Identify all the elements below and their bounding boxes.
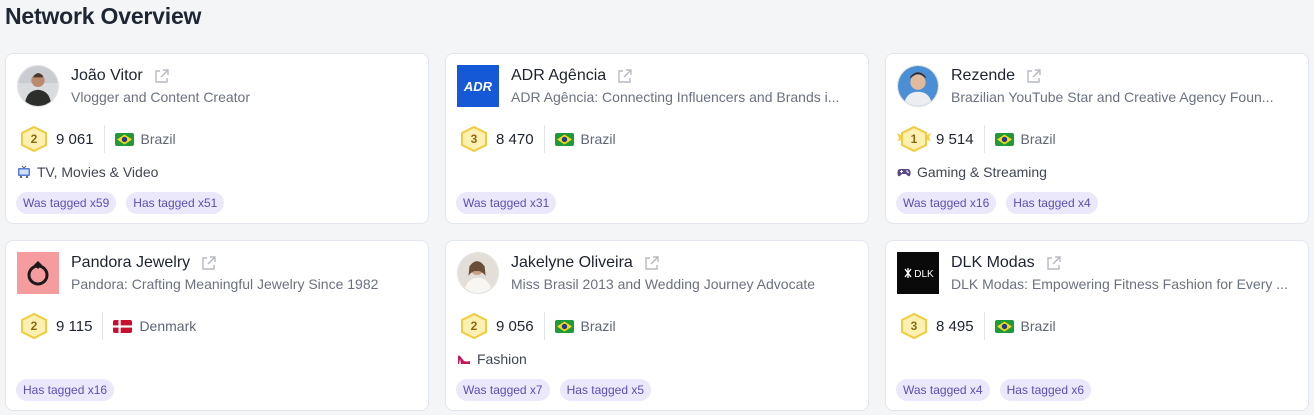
external-link-icon[interactable]	[200, 255, 217, 272]
category: Fashion	[457, 351, 527, 367]
brazil-flag-icon	[994, 319, 1014, 333]
profile-description: Pandora: Crafting Meaningful Jewelry Sin…	[71, 276, 379, 292]
score: 9 056	[496, 317, 534, 335]
tag-badge[interactable]: Has tagged x16	[16, 379, 115, 401]
avatar[interactable]	[17, 252, 59, 294]
svg-text:DLK: DLK	[914, 269, 934, 280]
rank-badge: 3	[897, 311, 931, 341]
profile-description: DLK Modas: Empowering Fitness Fashion fo…	[951, 276, 1288, 292]
avatar[interactable]: ADR	[457, 65, 499, 107]
category-label: TV, Movies & Video	[37, 164, 159, 180]
rank-badge: 2	[17, 124, 51, 154]
country: Denmark	[139, 318, 197, 334]
profile-name[interactable]: Jakelyne Oliveira	[511, 254, 633, 272]
country: Brazil	[580, 131, 616, 147]
tag-badge[interactable]: Has tagged x5	[559, 379, 651, 401]
tag-badge[interactable]: Was tagged x59	[16, 192, 117, 214]
tag-badge[interactable]: Was tagged x7	[456, 379, 550, 401]
avatar[interactable]	[457, 252, 499, 294]
profile-name[interactable]: Pandora Jewelry	[71, 254, 190, 272]
gamepad-icon	[897, 165, 911, 179]
svg-text:ADR: ADR	[463, 79, 493, 94]
avatar[interactable]	[17, 65, 59, 107]
avatar[interactable]	[897, 65, 939, 107]
tag-badge[interactable]: Was tagged x31	[456, 192, 557, 214]
external-link-icon[interactable]	[616, 68, 633, 85]
score: 8 495	[936, 317, 974, 335]
profile-card[interactable]: Pandora Jewelry Pandora: Crafting Meanin…	[5, 240, 429, 411]
profile-description: Brazilian YouTube Star and Creative Agen…	[951, 89, 1274, 105]
tag-badge[interactable]: Was tagged x4	[896, 379, 990, 401]
tag-badge[interactable]: Was tagged x16	[896, 192, 997, 214]
category-label: Gaming & Streaming	[917, 164, 1047, 180]
profile-name[interactable]: João Vitor	[71, 67, 143, 85]
tv-icon	[17, 165, 31, 179]
profile-description: ADR Agência: Connecting Influencers and …	[511, 89, 840, 105]
profile-description: Vlogger and Content Creator	[71, 89, 250, 105]
brazil-flag-icon	[114, 132, 134, 146]
page-title: Network Overview	[5, 3, 202, 29]
profile-card[interactable]: Rezende Brazilian YouTube Star and Creat…	[885, 53, 1309, 224]
profile-name[interactable]: DLK Modas	[951, 254, 1035, 272]
rank-badge: 2	[17, 311, 51, 341]
profile-card[interactable]: DLK DLK Modas DLK Modas: Empowering Fitn…	[885, 240, 1309, 411]
profile-name[interactable]: Rezende	[951, 67, 1015, 85]
score: 9 514	[936, 130, 974, 148]
country: Brazil	[1020, 131, 1056, 147]
brazil-flag-icon	[994, 132, 1014, 146]
rank-badge: 1	[897, 124, 931, 154]
brazil-flag-icon	[554, 132, 574, 146]
profile-card[interactable]: Jakelyne Oliveira Miss Brasil 2013 and W…	[445, 240, 869, 411]
external-link-icon[interactable]	[1025, 68, 1042, 85]
score: 9 115	[56, 317, 93, 335]
external-link-icon[interactable]	[153, 68, 170, 85]
profile-card[interactable]: ADR ADR Agência ADR Agência: Connecting …	[445, 53, 869, 224]
profile-card[interactable]: João Vitor Vlogger and Content Creator 2…	[5, 53, 429, 224]
tag-badge[interactable]: Has tagged x6	[999, 379, 1091, 401]
country: Brazil	[1020, 318, 1056, 334]
denmark-flag-icon	[113, 319, 133, 333]
brazil-flag-icon	[554, 319, 574, 333]
tag-badge[interactable]: Has tagged x4	[1006, 192, 1098, 214]
category: TV, Movies & Video	[17, 164, 158, 180]
high-heel-icon	[457, 352, 471, 366]
rank-badge: 3	[457, 124, 491, 154]
profile-description: Miss Brasil 2013 and Wedding Journey Adv…	[511, 276, 816, 292]
category-label: Fashion	[477, 351, 527, 367]
avatar[interactable]: DLK	[897, 252, 939, 294]
score: 9 061	[56, 130, 94, 148]
country: Brazil	[140, 131, 176, 147]
profile-name[interactable]: ADR Agência	[511, 67, 606, 85]
network-grid: João Vitor Vlogger and Content Creator 2…	[5, 53, 1309, 411]
rank-badge: 2	[457, 311, 491, 341]
tag-badge[interactable]: Has tagged x51	[126, 192, 225, 214]
country: Brazil	[580, 318, 616, 334]
external-link-icon[interactable]	[1045, 255, 1062, 272]
score: 8 470	[496, 130, 534, 148]
external-link-icon[interactable]	[643, 255, 660, 272]
category: Gaming & Streaming	[897, 164, 1047, 180]
